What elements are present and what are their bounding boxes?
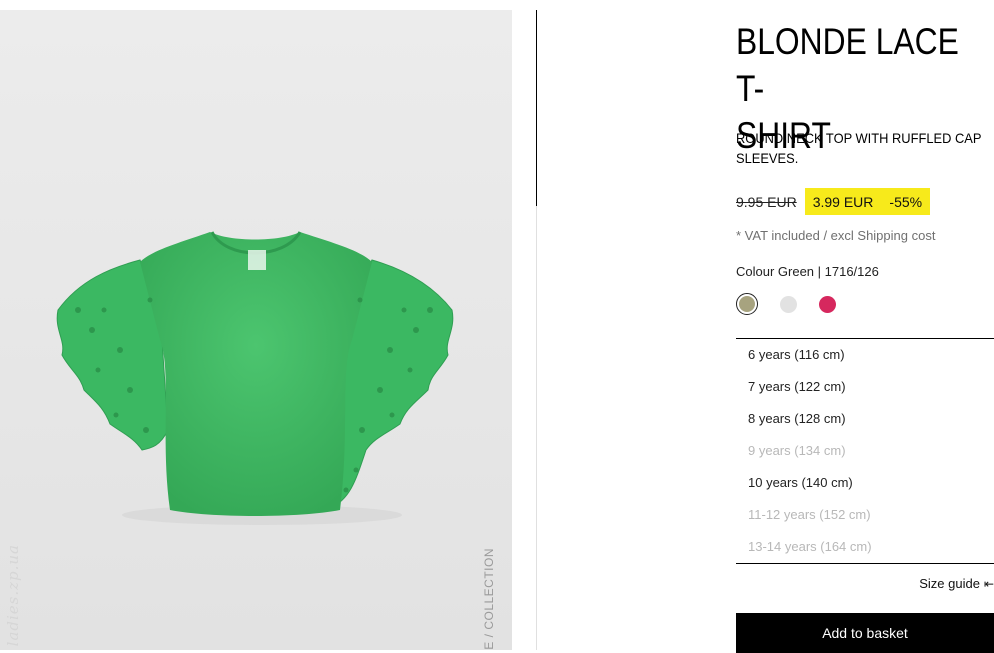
sale-price: 3.99 EUR bbox=[812, 193, 874, 210]
colour-swatches bbox=[736, 293, 836, 315]
swatch-green-fill bbox=[739, 296, 755, 312]
size-guide-label: Size guide bbox=[919, 576, 980, 591]
swatch-white[interactable] bbox=[780, 295, 797, 313]
product-image[interactable]: ladies.zp.ua E / COLLECTION bbox=[0, 10, 512, 650]
vat-note: * VAT included / excl Shipping cost bbox=[736, 228, 936, 243]
sale-price-badge: 3.99 EUR -55% bbox=[804, 188, 931, 215]
product-description-line1: ROUND NECK TOP WITH RUFFLED CAP bbox=[736, 130, 982, 146]
swatch-pink[interactable] bbox=[819, 295, 836, 313]
size-option[interactable]: 10 years (140 cm) bbox=[736, 473, 994, 505]
size-option-unavailable[interactable]: 9 years (134 cm) bbox=[736, 441, 994, 473]
green-tshirt-illustration bbox=[56, 231, 454, 525]
size-option[interactable]: 8 years (128 cm) bbox=[736, 409, 994, 441]
product-title-line1: BLONDE LACE T- bbox=[736, 21, 959, 109]
size-option-unavailable[interactable]: 13-14 years (164 cm) bbox=[736, 537, 994, 557]
colour-label: Colour Green | 1716/126 bbox=[736, 264, 879, 279]
size-option[interactable]: 6 years (116 cm) bbox=[736, 345, 994, 377]
ruler-icon: ⇤ bbox=[983, 576, 994, 591]
discount-percent: -55% bbox=[889, 193, 923, 210]
old-price: 9.95 EUR bbox=[736, 193, 797, 210]
size-option[interactable]: 7 years (122 cm) bbox=[736, 377, 994, 409]
size-list: 6 years (116 cm) 7 years (122 cm) 8 year… bbox=[736, 338, 994, 564]
product-description: ROUND NECK TOP WITH RUFFLED CAP SLEEVES. bbox=[736, 128, 994, 168]
add-to-basket-button[interactable]: Add to basket bbox=[736, 613, 994, 653]
swatch-green[interactable] bbox=[736, 293, 758, 315]
size-option-unavailable[interactable]: 11-12 years (152 cm) bbox=[736, 505, 994, 537]
collection-label: E / COLLECTION bbox=[482, 548, 496, 650]
price-row: 9.95 EUR 3.99 EUR -55% bbox=[736, 188, 931, 215]
vertical-divider-light bbox=[536, 206, 537, 650]
watermark-text: ladies.zp.ua bbox=[4, 543, 22, 646]
product-description-line2: SLEEVES. bbox=[736, 150, 799, 166]
size-guide-link[interactable]: Size guide ⇤ bbox=[919, 576, 994, 591]
vertical-divider bbox=[536, 10, 537, 206]
